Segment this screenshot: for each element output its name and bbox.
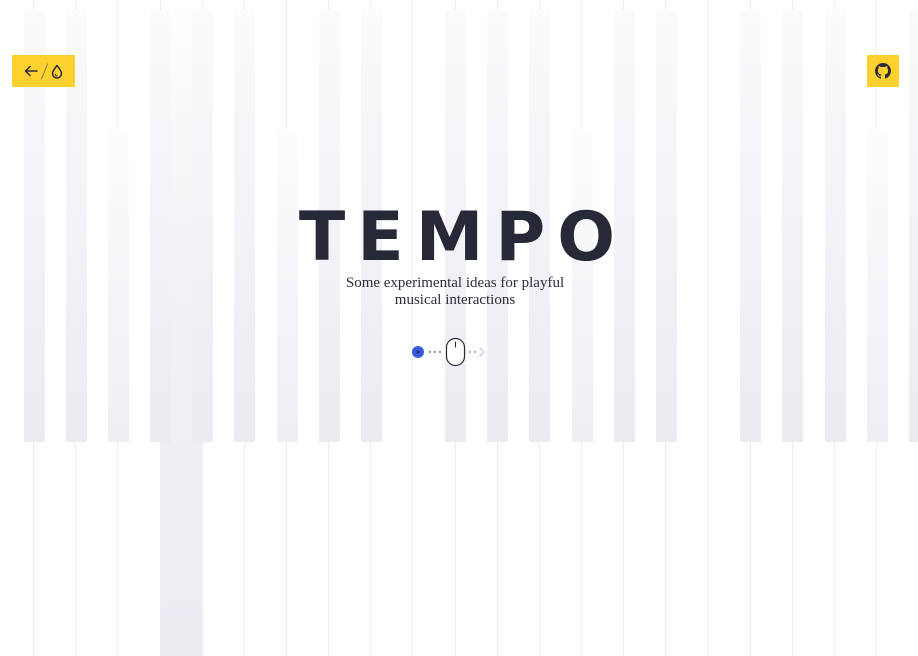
black-key-shadow [866, 130, 888, 442]
piano-keyboard [0, 0, 918, 656]
page-title: TEMPO [298, 198, 628, 277]
github-link[interactable] [867, 55, 899, 87]
dot-indicator-icon [412, 346, 424, 358]
scroll-hint [406, 336, 496, 368]
black-key-shadow [276, 130, 298, 442]
nav-separator [40, 62, 49, 80]
piano-stage: TEMPO Some experimental ideas for playfu… [0, 0, 918, 656]
dots-left-icon [428, 350, 442, 354]
page-subtitle: Some experimental ideas for playful musi… [345, 275, 565, 308]
dots-right-icon [468, 350, 477, 354]
github-icon [875, 63, 891, 79]
drop-icon[interactable] [51, 64, 63, 79]
black-key-shadow [107, 130, 129, 442]
arrow-left-icon[interactable] [24, 65, 38, 77]
nav-left-group [12, 55, 75, 87]
mouse-icon [445, 337, 466, 367]
chevron-right-icon [479, 347, 485, 357]
